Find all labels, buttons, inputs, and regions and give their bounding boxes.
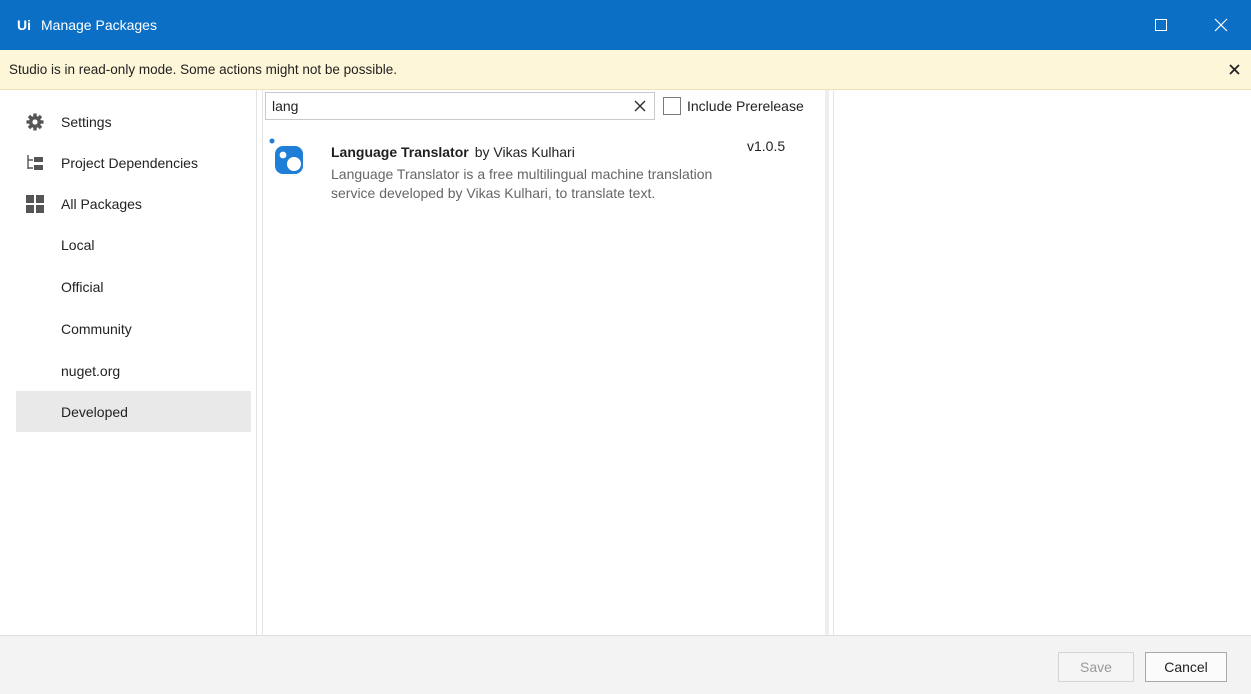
sidebar-item-label: All Packages (61, 195, 142, 212)
include-prerelease-label: Include Prerelease (687, 98, 804, 114)
sidebar-item-label: Settings (61, 113, 112, 130)
title-bar: Ui Manage Packages (0, 0, 1251, 50)
banner-close-button[interactable] (1225, 60, 1243, 78)
dialog-footer: Save Cancel (0, 635, 1251, 694)
checkbox-box[interactable] (663, 97, 681, 115)
sidebar-item-label: Local (61, 236, 95, 253)
package-version: v1.0.5 (747, 138, 786, 154)
search-box (265, 92, 655, 120)
sidebar-item-label: Official (61, 278, 104, 295)
sidebar-item-label: nuget.org (61, 362, 121, 379)
package-details-panel (833, 90, 1243, 635)
sidebar-item-nuget-org[interactable]: nuget.org (16, 350, 251, 391)
package-name: Language Translator by Vikas Kulhari (331, 144, 575, 160)
maximize-icon (1155, 19, 1167, 31)
package-list-item[interactable]: Language Translator by Vikas Kulhari v1.0… (269, 138, 799, 238)
search-input[interactable] (272, 96, 622, 116)
grid-icon (25, 194, 45, 214)
sidebar-item-settings[interactable]: Settings (16, 101, 251, 142)
sidebar-item-official[interactable]: Official (16, 266, 251, 307)
sidebar-item-label: Community (61, 320, 132, 337)
sidebar-item-all-packages[interactable]: All Packages (16, 183, 251, 224)
window-title: Manage Packages (41, 17, 157, 33)
sidebar-item-community[interactable]: Community (16, 308, 251, 349)
read-only-banner: Studio is in read-only mode. Some action… (0, 50, 1251, 90)
close-window-button[interactable] (1191, 0, 1251, 50)
sidebar-item-local[interactable]: Local (16, 224, 251, 265)
package-description: Language Translator is a free multilingu… (331, 166, 713, 201)
app-logo: Ui (17, 17, 31, 33)
window-controls (1131, 0, 1251, 50)
sidebar-item-label: Developed (61, 403, 128, 420)
clear-search-button[interactable] (632, 98, 648, 114)
close-icon (634, 100, 646, 112)
cancel-button[interactable]: Cancel (1145, 652, 1227, 682)
include-prerelease-checkbox[interactable]: Include Prerelease (663, 95, 804, 117)
sidebar-item-label: Project Dependencies (61, 154, 198, 171)
sidebar-item-project-dependencies[interactable]: Project Dependencies (16, 142, 251, 183)
close-icon (1228, 63, 1240, 75)
package-list-panel: Include Prerelease Language Translator by… (262, 90, 829, 635)
dependency-tree-icon (25, 153, 45, 173)
save-button[interactable]: Save (1058, 652, 1134, 682)
package-icon (269, 138, 305, 180)
banner-message: Studio is in read-only mode. Some action… (9, 62, 397, 77)
package-author: by Vikas Kulhari (474, 144, 575, 160)
sidebar: Settings Project Dependencies All Packag… (8, 90, 257, 635)
maximize-button[interactable] (1131, 0, 1191, 50)
gear-icon (25, 112, 45, 132)
close-icon (1214, 18, 1228, 32)
sidebar-item-developed[interactable]: Developed (16, 391, 251, 432)
package-title: Language Translator (331, 144, 469, 160)
